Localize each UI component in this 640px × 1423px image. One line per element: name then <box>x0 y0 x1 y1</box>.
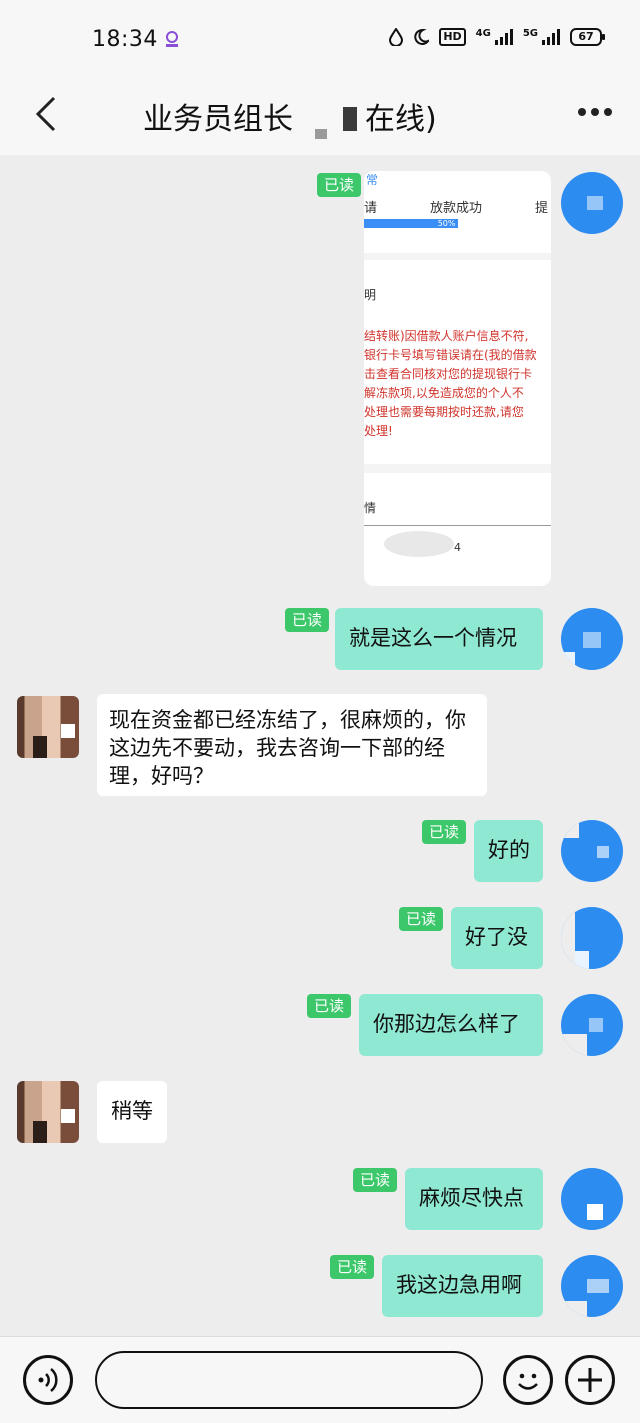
message-bubble[interactable]: 我这边急用啊 <box>382 1255 543 1317</box>
progress-bar: 50% <box>364 219 458 228</box>
blurred-area <box>384 531 454 557</box>
shared-image-footer: 情 4 <box>364 473 551 586</box>
read-badge: 已读 <box>330 1255 375 1279</box>
divider <box>364 525 551 526</box>
my-avatar[interactable] <box>561 994 623 1056</box>
message-bubble[interactable]: 稍等 <box>97 1081 167 1143</box>
shared-tab-3: 提 <box>535 201 549 216</box>
message-bubble[interactable]: 就是这么一个情况 <box>335 608 543 670</box>
read-badge: 已读 <box>307 994 352 1018</box>
warning-line: 击查看合同核对您的提现银行卡 <box>364 367 533 381</box>
warning-line: 银行卡号填写错误请在(我的借款 <box>364 348 537 362</box>
message-bubble[interactable]: 麻烦尽快点 <box>405 1168 543 1230</box>
redaction-mark <box>343 107 357 131</box>
message-input[interactable] <box>95 1351 483 1409</box>
status-time: 18:34 <box>92 27 158 52</box>
read-badge: 已读 <box>317 173 362 197</box>
my-avatar[interactable] <box>561 172 623 234</box>
hd-badge: HD <box>439 28 466 46</box>
my-avatar[interactable] <box>561 1255 623 1317</box>
svg-text:常: 常 <box>366 173 378 185</box>
warning-line: 处理! <box>364 424 393 438</box>
shared-tab-2: 放款成功 <box>430 201 483 216</box>
warning-line: 解冻款项,以免造成您的个人不 <box>364 386 524 400</box>
title-status: 在线) <box>365 102 437 137</box>
voice-icon[interactable] <box>23 1355 73 1405</box>
plus-icon[interactable] <box>565 1355 615 1405</box>
signal-icon-1 <box>494 29 513 45</box>
message-bubble[interactable]: 好了没 <box>451 907 543 969</box>
emoji-icon[interactable] <box>503 1355 553 1405</box>
warning-line: 结转账)因借款人账户信息不符, <box>364 329 529 343</box>
read-badge: 已读 <box>399 907 444 931</box>
network-4g: 4G <box>475 28 491 39</box>
read-badge: 已读 <box>353 1168 398 1192</box>
title-name: 业务员组长 <box>143 102 293 137</box>
shared-image-warning: 结转账)因借款人账户信息不符, 银行卡号填写错误请在(我的借款 击查看合同核对您… <box>364 322 551 464</box>
shared-image[interactable]: 常 请 放款成功 提 50% 明 结转账)因借款人账户信息不符, 银行卡号填写错… <box>364 171 551 586</box>
logo-fragment-icon: 常 <box>366 173 378 185</box>
section2-label: 情 <box>364 501 377 515</box>
chat-header: 业务员组长 在线) <box>0 78 640 155</box>
progress-label: 50% <box>437 219 456 228</box>
read-badge: 已读 <box>285 608 330 632</box>
read-badge: 已读 <box>422 820 467 844</box>
message-bubble[interactable]: 你那边怎么样了 <box>359 994 543 1056</box>
signal-icon-2 <box>542 29 560 45</box>
app-notification-icon <box>166 31 178 47</box>
my-avatar[interactable] <box>561 820 623 882</box>
more-icon[interactable] <box>578 108 612 116</box>
shared-image-section: 明 <box>364 260 551 322</box>
my-avatar[interactable] <box>561 907 623 969</box>
moon-icon <box>414 28 430 45</box>
shared-number: 4 <box>454 541 461 554</box>
message-bubble[interactable]: 现在资金都已经冻结了，很麻烦的，你这边先不要动，我去咨询一下部的经理，好吗？ <box>97 694 487 796</box>
back-arrow-icon[interactable] <box>30 92 66 136</box>
section-label: 明 <box>364 288 377 302</box>
shared-tab-1: 请 <box>364 201 378 216</box>
message-bubble[interactable]: 好的 <box>474 820 543 882</box>
input-bar <box>0 1336 640 1423</box>
battery-icon: 67 <box>570 28 605 46</box>
network-5g: 5G <box>522 28 538 39</box>
my-avatar[interactable] <box>561 1168 623 1230</box>
status-bar: 18:34 HD 4G 5G 67 <box>0 0 640 78</box>
shared-image-tabs-card: 常 请 放款成功 提 50% <box>364 171 551 253</box>
warning-line: 处理也需要每期按时还款,请您 <box>364 405 524 419</box>
water-drop-icon <box>389 28 404 46</box>
contact-avatar[interactable] <box>17 1081 79 1143</box>
contact-avatar[interactable] <box>17 696 79 758</box>
chat-title: 业务员组长 在线) <box>143 94 437 139</box>
redaction-mark <box>315 129 327 139</box>
my-avatar[interactable] <box>561 608 623 670</box>
